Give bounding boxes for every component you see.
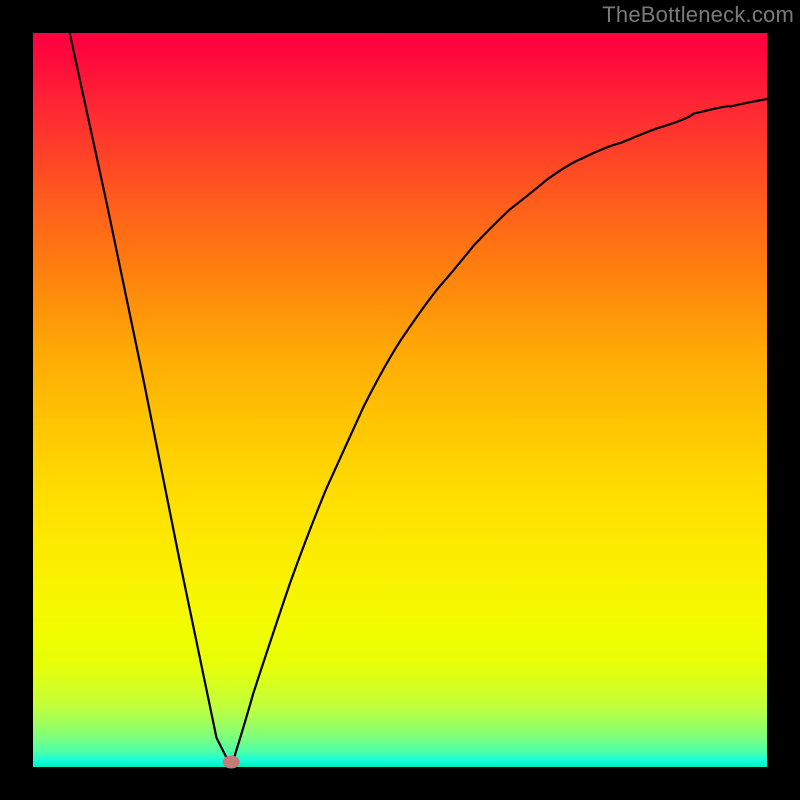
attribution-text: TheBottleneck.com — [602, 2, 794, 28]
chart-frame: curve 27 0 TheBottleneck.com — [0, 0, 800, 800]
chart-curve-right — [231, 99, 767, 767]
chart-svg: curve 27 0 — [33, 33, 767, 767]
chart-curve-left — [70, 33, 232, 767]
chart-plot-area: curve 27 0 — [33, 33, 767, 767]
chart-minimum-marker — [223, 756, 240, 769]
